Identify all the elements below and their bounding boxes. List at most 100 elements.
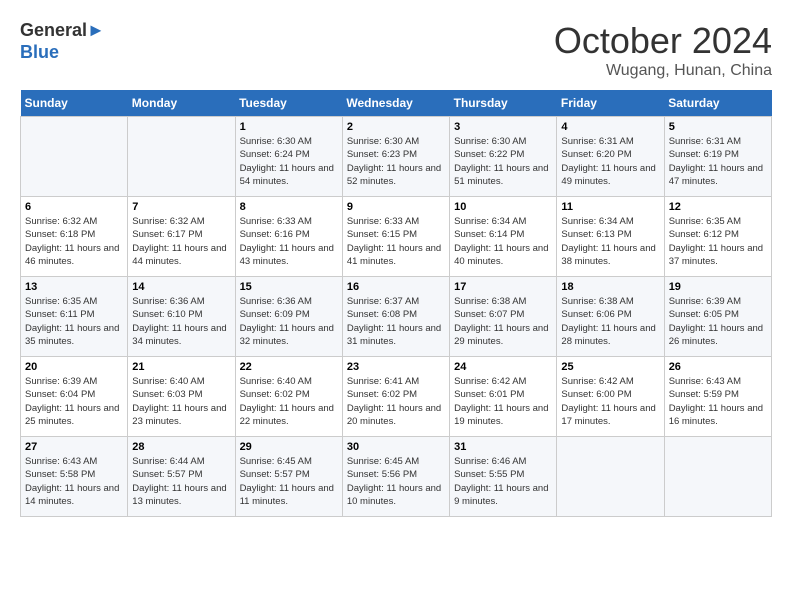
calendar-cell: 18Sunrise: 6:38 AM Sunset: 6:06 PM Dayli…	[557, 277, 664, 357]
calendar-cell: 29 Sunrise: 6:45 AM Sunset: 5:57 PM Dayli…	[235, 437, 342, 517]
day-info: Sunrise: 6:45 AM Sunset: 5:57 PM Dayligh…	[240, 455, 338, 508]
calendar-cell	[21, 117, 128, 197]
day-info: Sunrise: 6:42 AM Sunset: 6:00 PM Dayligh…	[561, 375, 659, 428]
logo: General► Blue	[20, 20, 105, 63]
day-info: Sunrise: 6:33 AM Sunset: 6:16 PM Dayligh…	[240, 215, 338, 268]
calendar-cell	[128, 117, 235, 197]
calendar-table: SundayMondayTuesdayWednesdayThursdayFrid…	[20, 90, 772, 517]
calendar-cell: 9Sunrise: 6:33 AM Sunset: 6:15 PM Daylig…	[342, 197, 449, 277]
day-info: Sunrise: 6:30 AM Sunset: 6:24 PM Dayligh…	[240, 135, 338, 188]
calendar-cell: 7Sunrise: 6:32 AM Sunset: 6:17 PM Daylig…	[128, 197, 235, 277]
calendar-week-row: 1 Sunrise: 6:30 AM Sunset: 6:24 PM Daylig…	[21, 117, 772, 197]
month-title: October 2024	[554, 20, 772, 62]
location: Wugang, Hunan, China	[554, 62, 772, 80]
calendar-cell: 11Sunrise: 6:34 AM Sunset: 6:13 PM Dayli…	[557, 197, 664, 277]
day-info: Sunrise: 6:40 AM Sunset: 6:02 PM Dayligh…	[240, 375, 338, 428]
day-info: Sunrise: 6:40 AM Sunset: 6:03 PM Dayligh…	[132, 375, 230, 428]
day-info: Sunrise: 6:35 AM Sunset: 6:12 PM Dayligh…	[669, 215, 767, 268]
calendar-cell: 6 Sunrise: 6:32 AM Sunset: 6:18 PM Daylig…	[21, 197, 128, 277]
calendar-cell: 24 Sunrise: 6:42 AM Sunset: 6:01 PM Dayli…	[450, 357, 557, 437]
day-number: 2	[347, 121, 445, 133]
calendar-day-header: Tuesday	[235, 90, 342, 117]
calendar-cell: 2Sunrise: 6:30 AM Sunset: 6:23 PM Daylig…	[342, 117, 449, 197]
day-number: 12	[669, 201, 767, 213]
day-number: 20	[25, 361, 123, 373]
calendar-cell: 27 Sunrise: 6:43 AM Sunset: 5:58 PM Dayli…	[21, 437, 128, 517]
day-info: Sunrise: 6:38 AM Sunset: 6:06 PM Dayligh…	[561, 295, 659, 348]
logo-blue: Blue	[20, 42, 59, 62]
calendar-cell	[557, 437, 664, 517]
calendar-header-row: SundayMondayTuesdayWednesdayThursdayFrid…	[21, 90, 772, 117]
day-number: 19	[669, 281, 767, 293]
day-info: Sunrise: 6:39 AM Sunset: 6:05 PM Dayligh…	[669, 295, 767, 348]
day-number: 3	[454, 121, 552, 133]
day-number: 6	[25, 201, 123, 213]
calendar-body: 1 Sunrise: 6:30 AM Sunset: 6:24 PM Daylig…	[21, 117, 772, 517]
calendar-cell: 1 Sunrise: 6:30 AM Sunset: 6:24 PM Daylig…	[235, 117, 342, 197]
calendar-day-header: Saturday	[664, 90, 771, 117]
day-number: 8	[240, 201, 338, 213]
day-number: 23	[347, 361, 445, 373]
day-info: Sunrise: 6:38 AM Sunset: 6:07 PM Dayligh…	[454, 295, 552, 348]
calendar-cell: 25 Sunrise: 6:42 AM Sunset: 6:00 PM Dayli…	[557, 357, 664, 437]
day-info: Sunrise: 6:32 AM Sunset: 6:18 PM Dayligh…	[25, 215, 123, 268]
day-info: Sunrise: 6:36 AM Sunset: 6:09 PM Dayligh…	[240, 295, 338, 348]
day-number: 1	[240, 121, 338, 133]
day-info: Sunrise: 6:42 AM Sunset: 6:01 PM Dayligh…	[454, 375, 552, 428]
calendar-cell: 30 Sunrise: 6:45 AM Sunset: 5:56 PM Dayli…	[342, 437, 449, 517]
day-info: Sunrise: 6:34 AM Sunset: 6:14 PM Dayligh…	[454, 215, 552, 268]
calendar-cell: 22 Sunrise: 6:40 AM Sunset: 6:02 PM Dayli…	[235, 357, 342, 437]
day-number: 25	[561, 361, 659, 373]
day-info: Sunrise: 6:43 AM Sunset: 5:58 PM Dayligh…	[25, 455, 123, 508]
day-number: 14	[132, 281, 230, 293]
day-number: 4	[561, 121, 659, 133]
day-info: Sunrise: 6:45 AM Sunset: 5:56 PM Dayligh…	[347, 455, 445, 508]
day-number: 15	[240, 281, 338, 293]
day-info: Sunrise: 6:41 AM Sunset: 6:02 PM Dayligh…	[347, 375, 445, 428]
day-number: 5	[669, 121, 767, 133]
calendar-cell: 10 Sunrise: 6:34 AM Sunset: 6:14 PM Dayli…	[450, 197, 557, 277]
calendar-cell: 31Sunrise: 6:46 AM Sunset: 5:55 PM Dayli…	[450, 437, 557, 517]
calendar-week-row: 27 Sunrise: 6:43 AM Sunset: 5:58 PM Dayli…	[21, 437, 772, 517]
calendar-cell	[664, 437, 771, 517]
day-number: 29	[240, 441, 338, 453]
calendar-day-header: Friday	[557, 90, 664, 117]
calendar-day-header: Wednesday	[342, 90, 449, 117]
calendar-cell: 16Sunrise: 6:37 AM Sunset: 6:08 PM Dayli…	[342, 277, 449, 357]
calendar-week-row: 20 Sunrise: 6:39 AM Sunset: 6:04 PM Dayli…	[21, 357, 772, 437]
logo-general: General	[20, 20, 87, 40]
calendar-cell: 15 Sunrise: 6:36 AM Sunset: 6:09 PM Dayli…	[235, 277, 342, 357]
day-number: 22	[240, 361, 338, 373]
day-number: 24	[454, 361, 552, 373]
calendar-day-header: Monday	[128, 90, 235, 117]
calendar-cell: 5Sunrise: 6:31 AM Sunset: 6:19 PM Daylig…	[664, 117, 771, 197]
calendar-cell: 23 Sunrise: 6:41 AM Sunset: 6:02 PM Dayli…	[342, 357, 449, 437]
day-info: Sunrise: 6:37 AM Sunset: 6:08 PM Dayligh…	[347, 295, 445, 348]
day-number: 27	[25, 441, 123, 453]
calendar-week-row: 6 Sunrise: 6:32 AM Sunset: 6:18 PM Daylig…	[21, 197, 772, 277]
calendar-cell: 26Sunrise: 6:43 AM Sunset: 5:59 PM Dayli…	[664, 357, 771, 437]
day-info: Sunrise: 6:39 AM Sunset: 6:04 PM Dayligh…	[25, 375, 123, 428]
calendar-cell: 28Sunrise: 6:44 AM Sunset: 5:57 PM Dayli…	[128, 437, 235, 517]
calendar-day-header: Sunday	[21, 90, 128, 117]
calendar-cell: 19 Sunrise: 6:39 AM Sunset: 6:05 PM Dayli…	[664, 277, 771, 357]
day-number: 31	[454, 441, 552, 453]
day-number: 28	[132, 441, 230, 453]
title-block: October 2024 Wugang, Hunan, China	[554, 20, 772, 80]
day-number: 10	[454, 201, 552, 213]
calendar-cell: 12 Sunrise: 6:35 AM Sunset: 6:12 PM Dayli…	[664, 197, 771, 277]
calendar-cell: 4 Sunrise: 6:31 AM Sunset: 6:20 PM Daylig…	[557, 117, 664, 197]
calendar-cell: 21Sunrise: 6:40 AM Sunset: 6:03 PM Dayli…	[128, 357, 235, 437]
day-number: 9	[347, 201, 445, 213]
day-info: Sunrise: 6:34 AM Sunset: 6:13 PM Dayligh…	[561, 215, 659, 268]
day-info: Sunrise: 6:31 AM Sunset: 6:20 PM Dayligh…	[561, 135, 659, 188]
day-info: Sunrise: 6:32 AM Sunset: 6:17 PM Dayligh…	[132, 215, 230, 268]
day-number: 30	[347, 441, 445, 453]
calendar-cell: 14Sunrise: 6:36 AM Sunset: 6:10 PM Dayli…	[128, 277, 235, 357]
day-info: Sunrise: 6:35 AM Sunset: 6:11 PM Dayligh…	[25, 295, 123, 348]
calendar-cell: 17 Sunrise: 6:38 AM Sunset: 6:07 PM Dayli…	[450, 277, 557, 357]
calendar-day-header: Thursday	[450, 90, 557, 117]
day-number: 17	[454, 281, 552, 293]
calendar-week-row: 13Sunrise: 6:35 AM Sunset: 6:11 PM Dayli…	[21, 277, 772, 357]
day-info: Sunrise: 6:30 AM Sunset: 6:22 PM Dayligh…	[454, 135, 552, 188]
